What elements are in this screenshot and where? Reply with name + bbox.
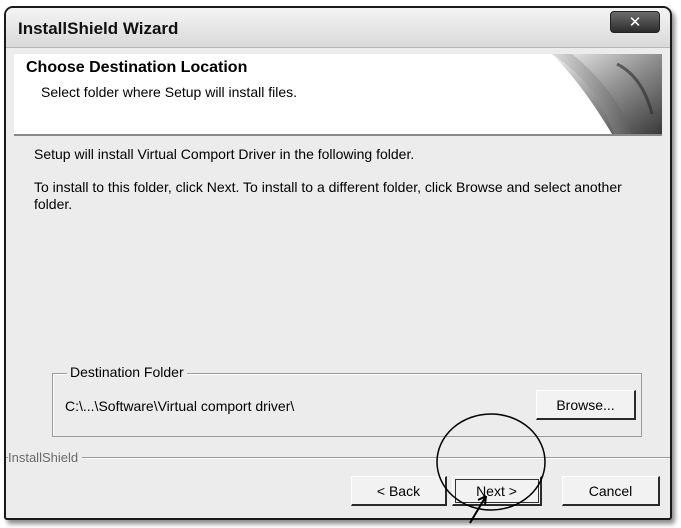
install-instruction-text: To install to this folder, click Next. T… [34,179,622,212]
destination-path: C:\...\Software\Virtual comport driver\ [65,398,295,414]
installshield-window: InstallShield Wizard ✕ Choose Destinatio… [4,6,672,520]
back-button[interactable]: < Back [351,476,447,506]
header-title: Choose Destination Location [26,59,248,76]
brand-divider [6,457,670,459]
install-info-text: Setup will install Virtual Comport Drive… [34,146,415,162]
header-subtitle: Select folder where Setup will install f… [41,84,298,100]
close-icon: ✕ [628,14,642,31]
header-panel: Choose Destination Location Select folde… [14,54,662,136]
close-button[interactable]: ✕ [610,11,660,33]
cancel-button[interactable]: Cancel [562,476,660,506]
title-bar: InstallShield Wizard ✕ [6,8,670,48]
destination-folder-legend: Destination Folder [67,364,187,380]
installshield-brand-label: InstallShield [8,450,83,465]
browse-button[interactable]: Browse... [536,390,636,420]
next-button[interactable]: Next > [452,476,542,506]
window-title: InstallShield Wizard [18,19,179,38]
page-curl-graphic [552,54,662,134]
installshield-brand-line: InstallShield [6,450,670,465]
